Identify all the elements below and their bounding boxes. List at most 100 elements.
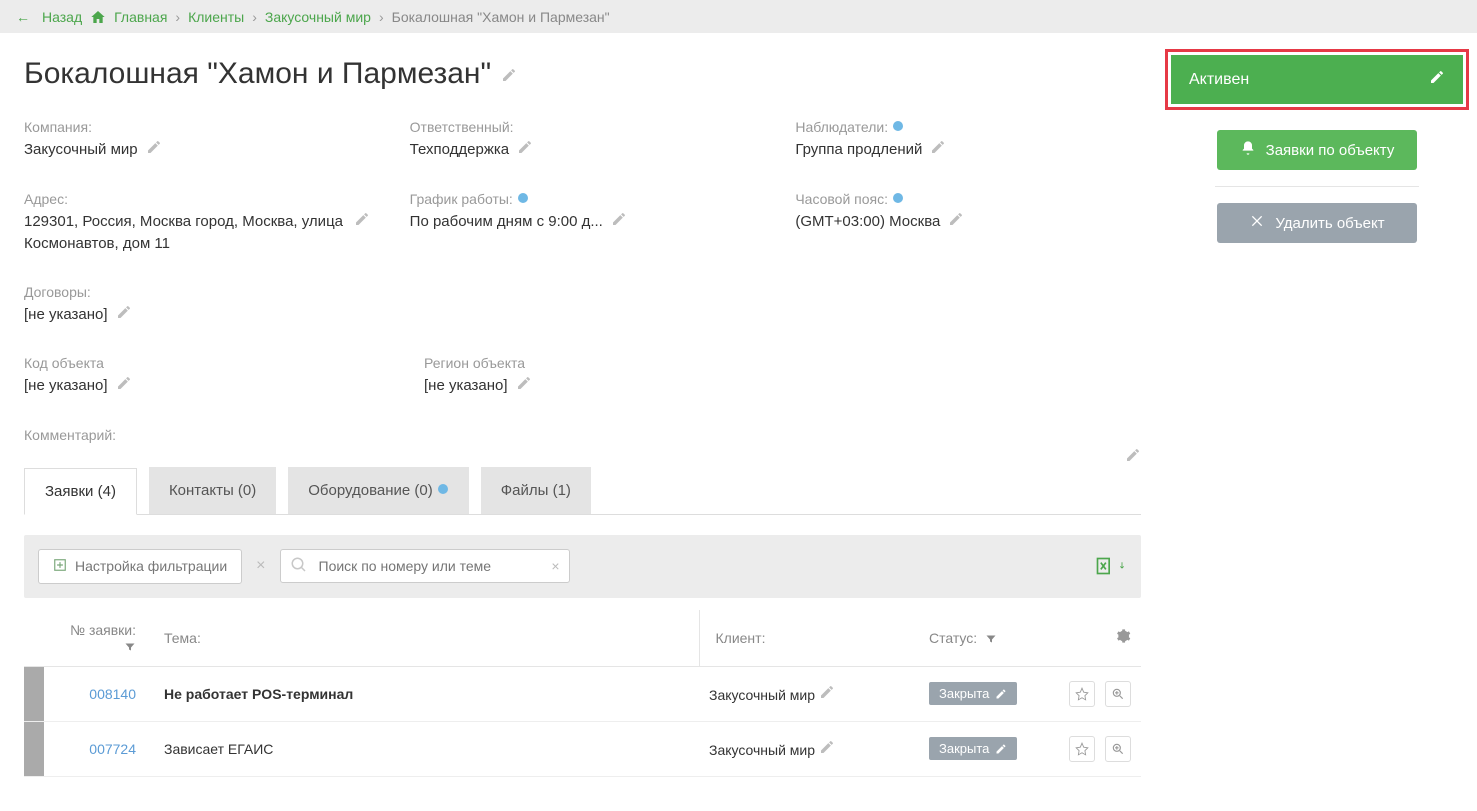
row-actions xyxy=(1059,666,1141,721)
search-icon xyxy=(290,556,308,577)
field-observers-value: Группа продлений xyxy=(795,139,922,162)
status-pill-label: Активен xyxy=(1189,71,1249,89)
crumb-sep: › xyxy=(252,9,257,25)
delete-object-button[interactable]: Удалить объект xyxy=(1217,203,1417,243)
field-company: Компания: Закусочный мир xyxy=(24,119,370,163)
row-marker xyxy=(24,666,44,721)
row-client: Закусочный мир xyxy=(699,666,919,721)
tab-equipment[interactable]: Оборудование (0) xyxy=(288,467,469,514)
filter-clear-icon[interactable]: × xyxy=(256,557,265,575)
row-topic: Не работает POS-терминал xyxy=(154,666,699,721)
tabs: Заявки (4) Контакты (0) Оборудование (0)… xyxy=(24,467,1141,514)
breadcrumb: ← Назад Главная › Клиенты › Закусочный м… xyxy=(0,0,1477,33)
edit-client-icon[interactable] xyxy=(819,687,835,703)
col-status[interactable]: Статус: xyxy=(919,610,1059,667)
back-link[interactable]: Назад xyxy=(42,9,82,25)
field-code-value: [не указано] xyxy=(24,375,108,398)
filter-funnel-icon[interactable] xyxy=(120,638,136,654)
edit-address-icon[interactable] xyxy=(354,211,370,235)
field-region-label: Регион объекта xyxy=(424,355,784,371)
edit-responsible-icon[interactable] xyxy=(517,139,533,163)
crumb-current: Бокалошная "Хамон и Пармезан" xyxy=(392,9,610,25)
filter-plus-icon xyxy=(53,558,67,575)
edit-code-icon[interactable] xyxy=(116,375,132,399)
row-status: Закрыта xyxy=(919,721,1059,776)
field-responsible-label: Ответственный: xyxy=(410,119,756,135)
field-responsible: Ответственный: Техподдержка xyxy=(410,119,756,163)
row-id[interactable]: 008140 xyxy=(44,666,154,721)
crumb-home[interactable]: Главная xyxy=(114,9,167,25)
filter-funnel-icon[interactable] xyxy=(981,630,997,646)
requests-table: № заявки: Тема: Клиент: Статус: xyxy=(24,610,1141,777)
field-contracts: Договоры: [не указано] xyxy=(24,284,384,328)
status-pill[interactable]: Активен xyxy=(1171,55,1463,104)
row-topic: Зависает ЕГАИС xyxy=(154,721,699,776)
field-responsible-value: Техподдержка xyxy=(410,139,509,162)
search-input[interactable] xyxy=(280,549,570,583)
field-schedule: График работы: По рабочим дням с 9:00 д.… xyxy=(410,191,756,256)
object-requests-button[interactable]: Заявки по объекту xyxy=(1217,130,1417,170)
crumb-company[interactable]: Закусочный мир xyxy=(265,9,371,25)
info-icon[interactable] xyxy=(517,191,529,207)
field-observers-label: Наблюдатели: xyxy=(795,119,1141,135)
crumb-sep: › xyxy=(175,9,180,25)
field-company-label: Компания: xyxy=(24,119,370,135)
back-arrow-icon[interactable]: ← xyxy=(16,9,30,25)
field-timezone-value: (GMT+03:00) Москва xyxy=(795,211,940,234)
export-icon[interactable] xyxy=(1095,556,1127,576)
field-timezone-label: Часовой пояс: xyxy=(795,191,1141,207)
search-clear-icon[interactable]: × xyxy=(551,558,559,574)
close-icon xyxy=(1249,213,1265,233)
field-contracts-value: [не указано] xyxy=(24,304,108,327)
row-id[interactable]: 007724 xyxy=(44,721,154,776)
field-schedule-label: График работы: xyxy=(410,191,756,207)
tab-requests[interactable]: Заявки (4) xyxy=(24,468,137,515)
edit-status-icon[interactable] xyxy=(1429,69,1445,90)
edit-timezone-icon[interactable] xyxy=(948,211,964,235)
edit-region-icon[interactable] xyxy=(516,375,532,399)
edit-comment-icon[interactable] xyxy=(1125,447,1141,466)
col-id[interactable]: № заявки: xyxy=(44,610,154,667)
page-title-text: Бокалошная "Хамон и Пармезан" xyxy=(24,57,491,91)
star-icon[interactable] xyxy=(1069,681,1095,707)
field-region-value: [не указано] xyxy=(424,375,508,398)
field-address: Адрес: 129301, Россия, Москва город, Мос… xyxy=(24,191,370,256)
info-icon[interactable] xyxy=(892,191,904,207)
field-schedule-value: По рабочим дням с 9:00 д... xyxy=(410,211,603,234)
home-icon[interactable] xyxy=(90,8,106,25)
edit-title-icon[interactable] xyxy=(501,57,517,91)
tab-files[interactable]: Файлы (1) xyxy=(481,467,591,514)
edit-schedule-icon[interactable] xyxy=(611,211,627,235)
col-client[interactable]: Клиент: xyxy=(699,610,919,667)
row-actions xyxy=(1059,721,1141,776)
info-icon[interactable] xyxy=(892,119,904,135)
status-badge[interactable]: Закрыта xyxy=(929,682,1017,705)
filter-setup-button[interactable]: Настройка фильтрации xyxy=(38,549,242,584)
table-row[interactable]: 008140 Не работает POS-терминал Закусочн… xyxy=(24,666,1141,721)
col-topic[interactable]: Тема: xyxy=(154,610,699,667)
status-badge[interactable]: Закрыта xyxy=(929,737,1017,760)
col-settings[interactable] xyxy=(1059,610,1141,667)
edit-company-icon[interactable] xyxy=(146,139,162,163)
delete-object-label: Удалить объект xyxy=(1275,215,1384,232)
tab-contacts[interactable]: Контакты (0) xyxy=(149,467,276,514)
field-address-value: 129301, Россия, Москва город, Москва, ул… xyxy=(24,211,346,256)
page-title: Бокалошная "Хамон и Пармезан" xyxy=(24,57,1141,91)
zoom-icon[interactable] xyxy=(1105,736,1131,762)
field-timezone: Часовой пояс: (GMT+03:00) Москва xyxy=(795,191,1141,256)
zoom-icon[interactable] xyxy=(1105,681,1131,707)
row-client: Закусочный мир xyxy=(699,721,919,776)
bell-icon xyxy=(1240,140,1256,160)
sidebar-divider xyxy=(1215,186,1419,187)
table-row[interactable]: 007724 Зависает ЕГАИС Закусочный мир Зак… xyxy=(24,721,1141,776)
edit-client-icon[interactable] xyxy=(819,742,835,758)
star-icon[interactable] xyxy=(1069,736,1095,762)
field-contracts-label: Договоры: xyxy=(24,284,384,300)
field-observers: Наблюдатели: Группа продлений xyxy=(795,119,1141,163)
edit-observers-icon[interactable] xyxy=(930,139,946,163)
edit-contracts-icon[interactable] xyxy=(116,304,132,328)
crumb-clients[interactable]: Клиенты xyxy=(188,9,244,25)
row-marker xyxy=(24,721,44,776)
field-comment-label: Комментарий: xyxy=(24,427,1141,443)
row-status: Закрыта xyxy=(919,666,1059,721)
